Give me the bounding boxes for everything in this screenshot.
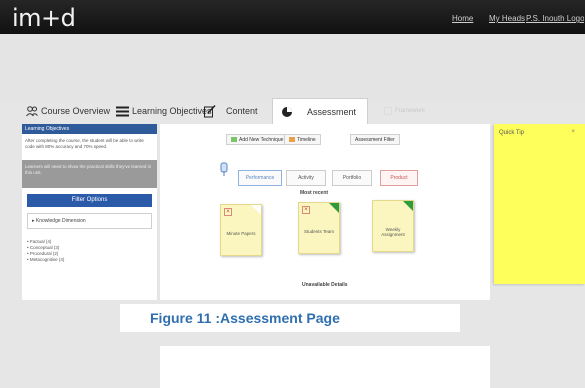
sticky-title: Quick Tip (499, 130, 525, 136)
tab-label: Assessment (307, 106, 357, 117)
section-title-recent: Most recent (300, 190, 329, 196)
app-logo[interactable]: im+d (12, 4, 76, 32)
add-technique-button[interactable]: Add New Technique (226, 134, 289, 145)
card-corner-icon (251, 205, 261, 215)
tab-label: Content (226, 106, 258, 116)
blank-icon (384, 107, 392, 115)
pie-chart-icon (282, 106, 292, 117)
close-icon[interactable]: × (571, 129, 575, 135)
dropdown-caret-icon: ▸ (32, 218, 35, 224)
technique-card[interactable]: × Minute Papers (220, 204, 262, 256)
my-heads-link[interactable]: My Heads (489, 14, 525, 23)
filter-tab-performance[interactable]: Performance (238, 170, 282, 186)
dropdown-label: Knowledge Dimension (35, 218, 86, 224)
knowledge-dimension-dropdown[interactable]: ▸ Knowledge Dimension (27, 213, 152, 229)
dimension-list: • Factual (4) • Conceptual (3) • Procedu… (27, 239, 152, 263)
tab-content[interactable]: Content (204, 98, 258, 124)
panel-header: Learning Objectives (22, 124, 157, 134)
sticky-note[interactable]: Quick Tip × (494, 124, 585, 284)
card-label: Students Team (304, 229, 334, 234)
filter-tab-portfolio[interactable]: Portfolio (332, 170, 372, 186)
content-continuation (160, 346, 490, 388)
header-spacer (0, 34, 585, 100)
filter-options-button[interactable]: Filter Options (27, 194, 152, 207)
timeline-button[interactable]: Timeline (284, 134, 321, 145)
timeline-icon (289, 137, 295, 143)
close-icon[interactable]: × (224, 208, 232, 216)
top-navbar: im+d Home My Heads P.S. Inouth Logout (0, 0, 585, 34)
close-icon[interactable]: × (302, 206, 310, 214)
technique-card[interactable]: × Students Team (298, 202, 340, 254)
tab-course-overview[interactable]: Course Overview (26, 98, 110, 124)
tab-framework[interactable]: Framework (384, 98, 425, 124)
assessment-filter-button[interactable]: Assessment Filter (350, 134, 400, 145)
add-icon (231, 137, 237, 143)
card-corner-icon (329, 203, 339, 213)
figure-caption: Figure 11 :Assessment Page (120, 304, 460, 332)
filter-tab-activity[interactable]: Activity (286, 170, 326, 186)
main-tabs: Course Overview Learning Objectives Cont… (22, 98, 490, 124)
filter-tab-product[interactable]: Product (380, 170, 418, 186)
tab-label: Course Overview (41, 106, 111, 116)
tab-assessment[interactable]: Assessment (272, 98, 368, 124)
caption-text: Figure 11 :Assessment Page (150, 310, 340, 326)
objective-text: After completing the course, the student… (25, 138, 144, 149)
objective-note: Learners will need to show the practical… (22, 160, 157, 188)
technique-card[interactable]: Weekly Assignment (372, 200, 414, 252)
card-corner-icon (403, 201, 413, 211)
card-label: Weekly Assignment (381, 227, 405, 237)
section-title-unavailable: Unavailable Details (302, 282, 348, 288)
tab-label: Framework (395, 108, 426, 114)
learning-objectives-panel: Learning Objectives After completing the… (22, 124, 157, 300)
list-icon (116, 106, 129, 116)
tab-label: Learning Objectives (132, 106, 212, 116)
assessment-main-area: Add New Technique Timeline Assessment Fi… (160, 124, 490, 300)
user-logout-link[interactable]: P.S. Inouth Logout (526, 14, 584, 23)
card-label: Minute Papers (226, 231, 256, 236)
people-icon (26, 106, 38, 117)
edit-icon (204, 104, 216, 118)
tab-learning-objectives[interactable]: Learning Objectives (116, 98, 212, 124)
list-item[interactable]: • Metacognitive (4) (27, 257, 152, 263)
home-link[interactable]: Home (452, 14, 473, 23)
bookmark-icon[interactable] (220, 162, 228, 176)
